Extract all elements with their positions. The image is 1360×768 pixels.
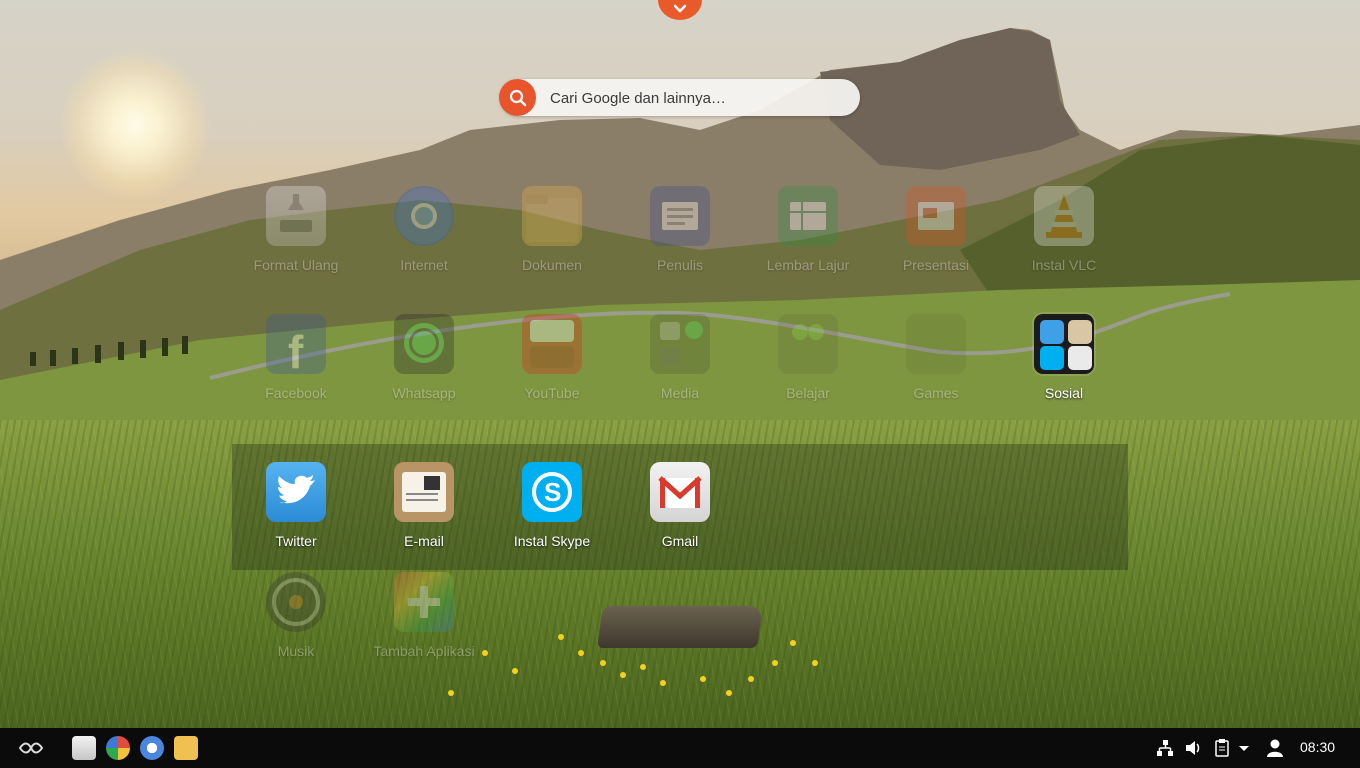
email-icon [1068,320,1092,344]
clipboard-icon[interactable] [1214,738,1230,758]
app-label: Tambah Aplikasi [373,643,475,659]
app-twitter[interactable]: Twitter [232,462,360,572]
folder-icon [522,186,582,246]
app-label: Belajar [786,385,830,401]
folder-media[interactable]: Media [616,314,744,424]
app-musik[interactable]: Musik [232,572,360,682]
app-label: E-mail [404,533,444,549]
app-label: Presentasi [902,257,970,273]
install-disk-icon[interactable] [72,736,96,760]
svg-text:S: S [544,477,561,507]
gmail-icon [650,462,710,522]
email-icon [394,462,454,522]
chromium-icon [394,186,454,246]
install-disk-icon [266,186,326,246]
skype-icon: S [522,462,582,522]
vlc-cone-icon [1034,186,1094,246]
app-dokumen[interactable]: Dokumen [488,186,616,296]
music-icon [266,572,326,632]
app-label: Lembar Lajur [766,257,850,273]
youtube-icon [522,314,582,374]
app-gmail[interactable]: Gmail [616,462,744,572]
app-center-icon [394,572,454,632]
folder-games[interactable]: Games [872,314,1000,424]
chromium-icon[interactable] [140,736,164,760]
infinity-logo-icon [18,742,44,754]
caret-down-icon[interactable] [1238,738,1250,758]
folder-icon[interactable] [174,736,198,760]
learning-folder-icon [778,314,838,374]
app-internet[interactable]: Internet [360,186,488,296]
presentation-icon [906,186,966,246]
gmail-icon [1068,346,1092,370]
app-facebook[interactable]: f Facebook [232,314,360,424]
user-icon[interactable] [1266,738,1284,758]
app-penulis[interactable]: Penulis [616,186,744,296]
facebook-icon: f [266,314,326,374]
twitter-icon [1040,320,1064,344]
app-label: Sosial [1044,385,1084,401]
app-label: YouTube [524,385,580,401]
spreadsheet-icon [778,186,838,246]
app-label: Gmail [661,533,699,549]
clock[interactable]: 08:30 [1300,739,1335,755]
app-tambah-aplikasi[interactable]: Tambah Aplikasi [360,572,488,682]
whatsapp-icon [394,314,454,374]
app-grid: Format Ulang Internet Dokumen Penulis Le… [0,0,1360,728]
taskbar: 08:30 [0,728,1360,768]
app-label: Musik [277,643,315,659]
folder-sosial[interactable]: Sosial [1000,314,1128,424]
app-label: Dokumen [522,257,582,273]
volume-icon[interactable] [1184,738,1202,758]
app-lembar-lajur[interactable]: Lembar Lajur [744,186,872,296]
skype-icon [1040,346,1064,370]
app-label: Facebook [265,385,327,401]
twitter-icon [266,462,326,522]
writer-icon [650,186,710,246]
social-folder-icon [1034,314,1094,374]
app-format-ulang[interactable]: Format Ulang [232,186,360,296]
app-instal-skype[interactable]: S Instal Skype [488,462,616,572]
app-label: Instal VLC [1031,257,1097,273]
app-label: Games [913,385,959,401]
app-center-icon[interactable] [106,736,130,760]
app-label: Penulis [657,257,703,273]
app-instal-vlc[interactable]: Instal VLC [1000,186,1128,296]
app-label: Instal Skype [513,533,591,549]
app-youtube[interactable]: YouTube [488,314,616,424]
app-label: Media [660,385,700,401]
app-label: Whatsapp [392,385,456,401]
app-email[interactable]: E-mail [360,462,488,572]
endless-menu-button[interactable] [16,736,46,760]
app-presentasi[interactable]: Presentasi [872,186,1000,296]
svg-text:f: f [288,326,304,374]
app-label: Twitter [275,533,317,549]
app-label: Internet [400,257,448,273]
app-label: Format Ulang [253,257,339,273]
app-whatsapp[interactable]: Whatsapp [360,314,488,424]
network-icon[interactable] [1156,738,1174,758]
folder-belajar[interactable]: Belajar [744,314,872,424]
media-folder-icon [650,314,710,374]
games-folder-icon [906,314,966,374]
